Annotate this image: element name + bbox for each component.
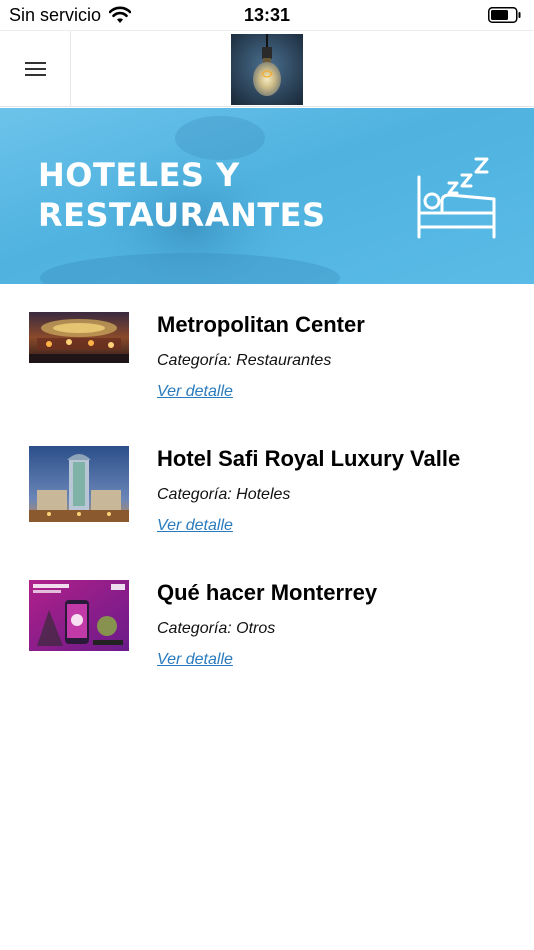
hotel-safi-thumbnail[interactable] <box>29 446 129 522</box>
sleeping-bed-icon <box>417 157 496 239</box>
item-title: Hotel Safi Royal Luxury Valle <box>157 446 461 471</box>
item-category: Categoría: Hoteles <box>157 486 291 503</box>
ver-detalle-link[interactable]: Ver detalle <box>157 517 233 535</box>
app-header <box>0 30 534 107</box>
metropolitan-center-thumbnail[interactable] <box>29 312 129 363</box>
battery-icon <box>488 7 521 23</box>
clock: 13:31 <box>243 5 291 25</box>
list-item: Metropolitan Center Categoría: Restauran… <box>0 312 534 432</box>
category-banner: HOTELES Y RESTAURANTES <box>0 108 534 284</box>
ver-detalle-link[interactable]: Ver detalle <box>157 651 233 669</box>
list-item: Qué hacer Monterrey Categoría: Otros Ver… <box>0 580 534 700</box>
item-title: Qué hacer Monterrey <box>157 580 378 605</box>
hamburger-icon <box>24 62 46 76</box>
banner-title: HOTELES Y RESTAURANTES <box>38 156 326 234</box>
item-title: Metropolitan Center <box>157 312 365 337</box>
light-bulb-logo[interactable] <box>231 34 303 105</box>
que-hacer-monterrey-thumbnail[interactable] <box>29 580 129 651</box>
menu-button[interactable] <box>0 31 71 107</box>
list-item: Hotel Safi Royal Luxury Valle Categoría:… <box>0 446 534 566</box>
item-category: Categoría: Restaurantes <box>157 352 332 369</box>
ver-detalle-link[interactable]: Ver detalle <box>157 383 233 401</box>
item-category: Categoría: Otros <box>157 620 276 637</box>
status-bar: Sin servicio 13:31 <box>0 0 534 30</box>
